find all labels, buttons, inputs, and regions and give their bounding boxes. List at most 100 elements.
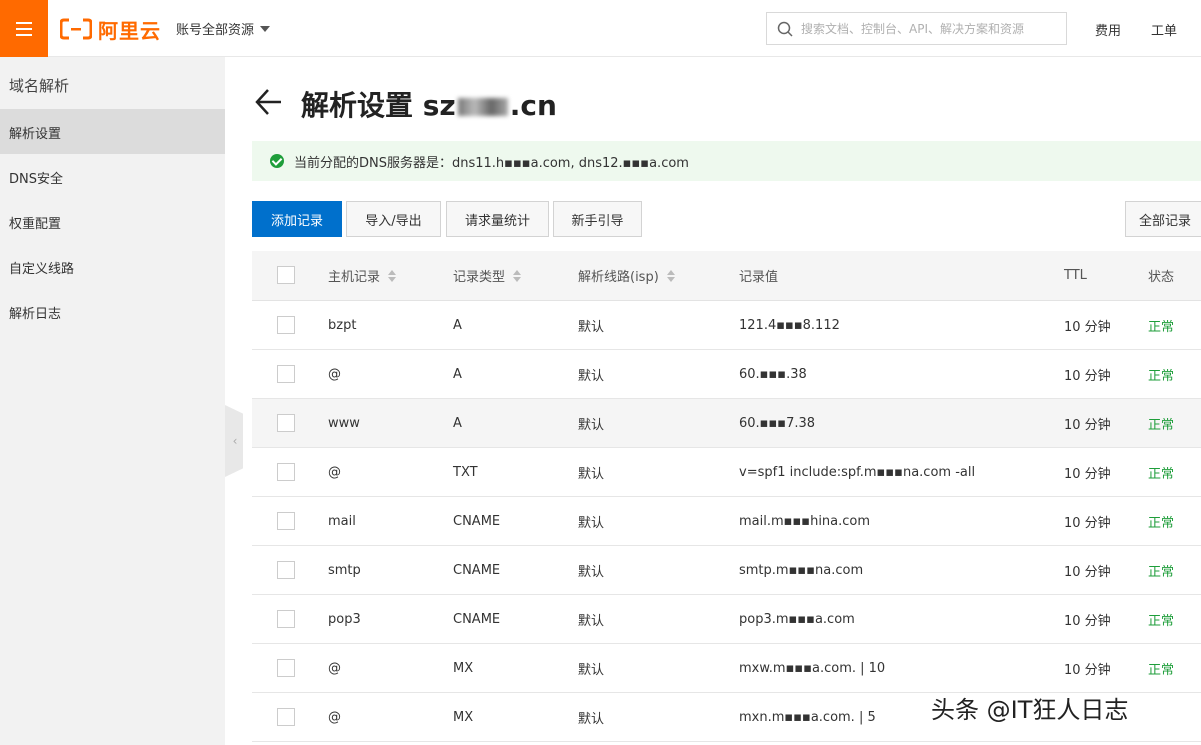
- back-arrow-icon[interactable]: [254, 87, 282, 117]
- line-cell: 默认: [578, 466, 605, 482]
- add-record-button[interactable]: 添加记录: [252, 201, 342, 237]
- row-checkbox[interactable]: [277, 659, 295, 677]
- ticket-link[interactable]: 工单: [1151, 20, 1177, 39]
- dns-records-table: 主机记录 记录类型 解析线路(isp) 记录值 TTL 状态 bzpt A 默认…: [252, 251, 1201, 742]
- notice-text: 当前分配的DNS服务器是：dns11.h▪▪▪a.com, dns12.▪▪▪a…: [294, 155, 689, 171]
- host-cell: @: [328, 366, 341, 382]
- value-cell: 121.4▪▪▪8.112: [739, 317, 840, 333]
- top-bar: 阿里云 账号全部资源 费用 工单: [0, 0, 1201, 57]
- row-checkbox[interactable]: [277, 610, 295, 628]
- line-cell: 默认: [578, 564, 605, 580]
- ttl-cell: 10 分钟: [1064, 613, 1111, 629]
- status-cell: 正常: [1148, 564, 1175, 580]
- search-icon: [777, 21, 793, 37]
- status-cell: 正常: [1148, 662, 1175, 678]
- type-cell: CNAME: [453, 611, 501, 627]
- sort-icon: [666, 269, 675, 282]
- ttl-cell: 10 分钟: [1064, 319, 1111, 335]
- search-input[interactable]: [801, 21, 1061, 36]
- host-cell: bzpt: [328, 317, 357, 333]
- type-cell: CNAME: [453, 562, 501, 578]
- logo-text: 阿里云: [98, 18, 161, 43]
- value-cell: smtp.m▪▪▪na.com: [739, 562, 864, 578]
- account-menu-label: 账号全部资源: [176, 23, 255, 38]
- row-checkbox[interactable]: [277, 414, 295, 432]
- beginner-guide-button[interactable]: 新手引导: [553, 201, 642, 237]
- watermark: 头条 @IT狂人日志: [931, 696, 1129, 724]
- menu-button[interactable]: [0, 0, 48, 57]
- sidebar-collapse-handle[interactable]: ‹: [225, 405, 243, 477]
- aliyun-logo[interactable]: 阿里云: [60, 14, 161, 44]
- caret-down-icon: [260, 25, 271, 32]
- check-circle-icon: [270, 154, 284, 168]
- account-resource-menu[interactable]: 账号全部资源: [176, 19, 271, 38]
- column-type[interactable]: 记录类型: [453, 251, 522, 300]
- page-title-suffix: .cn: [509, 89, 557, 122]
- status-cell: 正常: [1148, 368, 1175, 384]
- status-cell: 正常: [1148, 319, 1175, 335]
- line-cell: 默认: [578, 515, 605, 531]
- request-stats-button[interactable]: 请求量统计: [446, 201, 549, 237]
- sidebar: 域名解析 解析设置 DNS安全 权重配置 自定义线路 解析日志: [0, 57, 225, 745]
- status-cell: 正常: [1148, 466, 1175, 482]
- column-line[interactable]: 解析线路(isp): [578, 251, 675, 300]
- table-row: smtp CNAME 默认 smtp.m▪▪▪na.com 10 分钟 正常: [252, 546, 1201, 595]
- table-row: @ MX 默认 mxw.m▪▪▪a.com. | 10 10 分钟 正常: [252, 644, 1201, 693]
- page-title: 解析设置 sz .cn: [301, 84, 557, 124]
- value-cell: 60.▪▪▪.38: [739, 366, 807, 382]
- type-cell: CNAME: [453, 513, 501, 529]
- chevron-left-icon: ‹: [232, 434, 238, 448]
- ttl-cell: 10 分钟: [1064, 564, 1111, 580]
- sidebar-item-custom-line[interactable]: 自定义线路: [0, 244, 225, 289]
- type-cell: A: [453, 317, 462, 333]
- column-ttl: TTL: [1064, 268, 1087, 283]
- type-cell: TXT: [453, 464, 478, 480]
- hamburger-icon: [16, 21, 32, 24]
- column-status: 状态: [1148, 270, 1175, 285]
- ttl-cell: 10 分钟: [1064, 515, 1111, 531]
- column-host[interactable]: 主机记录: [328, 251, 397, 300]
- redacted-domain: [457, 98, 508, 116]
- ttl-cell: 10 分钟: [1064, 662, 1111, 678]
- all-records-filter[interactable]: 全部记录: [1125, 201, 1201, 237]
- table-row: mail CNAME 默认 mail.m▪▪▪hina.com 10 分钟 正常: [252, 497, 1201, 546]
- host-cell: @: [328, 709, 341, 725]
- line-cell: 默认: [578, 662, 605, 678]
- type-cell: A: [453, 366, 462, 382]
- value-cell: 60.▪▪▪7.38: [739, 415, 816, 431]
- row-checkbox[interactable]: [277, 316, 295, 334]
- line-cell: 默认: [578, 613, 605, 629]
- status-cell: 正常: [1148, 613, 1175, 629]
- row-checkbox[interactable]: [277, 512, 295, 530]
- sidebar-item-dns-security[interactable]: DNS安全: [0, 154, 225, 199]
- search-box[interactable]: [766, 12, 1067, 45]
- table-row: @ TXT 默认 v=spf1 include:spf.m▪▪▪na.com -…: [252, 448, 1201, 497]
- host-cell: www: [328, 415, 360, 431]
- status-cell: 正常: [1148, 515, 1175, 531]
- sidebar-item-dns-settings[interactable]: 解析设置: [0, 109, 225, 154]
- value-cell: v=spf1 include:spf.m▪▪▪na.com -all: [739, 464, 976, 480]
- sort-icon: [388, 269, 397, 282]
- value-cell: mail.m▪▪▪hina.com: [739, 513, 871, 529]
- dns-server-notice: 当前分配的DNS服务器是：dns11.h▪▪▪a.com, dns12.▪▪▪a…: [252, 141, 1201, 181]
- billing-link[interactable]: 费用: [1095, 20, 1121, 39]
- host-cell: @: [328, 464, 341, 480]
- table-row: pop3 CNAME 默认 pop3.m▪▪▪a.com 10 分钟 正常: [252, 595, 1201, 644]
- sidebar-item-dns-log[interactable]: 解析日志: [0, 289, 225, 334]
- host-cell: smtp: [328, 562, 361, 578]
- ttl-cell: 10 分钟: [1064, 466, 1111, 482]
- column-value: 记录值: [739, 270, 779, 285]
- row-checkbox[interactable]: [277, 561, 295, 579]
- value-cell: mxw.m▪▪▪a.com. | 10: [739, 660, 886, 676]
- page-title-prefix: 解析设置 sz: [301, 89, 456, 122]
- sidebar-item-weight-config[interactable]: 权重配置: [0, 199, 225, 244]
- row-checkbox[interactable]: [277, 708, 295, 726]
- table-row: www A 默认 60.▪▪▪7.38 10 分钟 正常: [252, 399, 1201, 448]
- select-all-checkbox[interactable]: [277, 266, 295, 284]
- table-header-row: 主机记录 记录类型 解析线路(isp) 记录值 TTL 状态: [252, 251, 1201, 301]
- import-export-button[interactable]: 导入/导出: [346, 201, 441, 237]
- sidebar-title: 域名解析: [9, 77, 70, 95]
- host-cell: pop3: [328, 611, 361, 627]
- row-checkbox[interactable]: [277, 463, 295, 481]
- row-checkbox[interactable]: [277, 365, 295, 383]
